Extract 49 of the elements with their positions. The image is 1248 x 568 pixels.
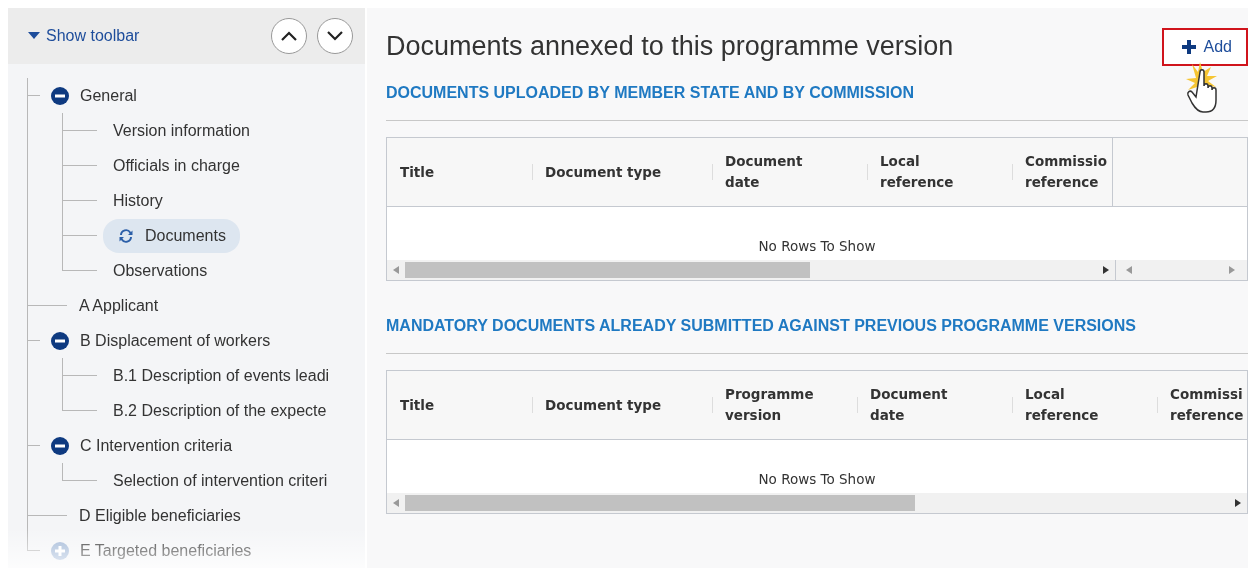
caret-icon <box>28 32 40 40</box>
column-header[interactable]: Commissi reference <box>1170 384 1244 426</box>
section-heading: MANDATORY DOCUMENTS ALREADY SUBMITTED AGAINST PREVIOUS PROGRAMME VERSIONS <box>386 317 1248 354</box>
column-header[interactable]: Title <box>400 161 435 183</box>
horizontal-scrollbar[interactable] <box>387 260 1115 280</box>
add-button[interactable]: Add <box>1161 28 1248 66</box>
scroll-left-icon[interactable] <box>393 499 399 507</box>
scroll-right-icon[interactable] <box>1103 266 1109 274</box>
plus-icon <box>1181 40 1196 54</box>
minus-circle-icon[interactable] <box>51 331 69 350</box>
tree-item[interactable]: B.1 Description of events leadi <box>113 366 330 385</box>
column-header[interactable]: Document type <box>545 394 662 416</box>
chevron-up-icon <box>280 30 298 42</box>
column-header[interactable]: Document date <box>725 151 815 193</box>
horizontal-scrollbar[interactable] <box>1115 260 1247 280</box>
horizontal-scrollbar[interactable] <box>387 493 1247 513</box>
tree-item[interactable]: B Displacement of workers <box>80 331 271 350</box>
column-header[interactable]: Document date <box>870 384 960 426</box>
tree-item[interactable]: Observations <box>113 261 208 280</box>
column-header[interactable]: Local reference <box>1025 384 1115 426</box>
scroll-down-button[interactable] <box>317 18 353 54</box>
column-header[interactable]: Title <box>400 394 435 416</box>
tree-item[interactable]: A Applicant <box>79 296 159 315</box>
scroll-left-icon[interactable] <box>393 266 399 274</box>
empty-message: No Rows To Show <box>758 471 876 487</box>
column-header[interactable]: Local reference <box>880 151 970 193</box>
tree-item[interactable]: D Eligible beneficiaries <box>79 506 241 525</box>
tree-item[interactable]: Officials in charge <box>113 156 240 175</box>
page-title: Documents annexed to this programme version <box>386 30 954 62</box>
tree-item[interactable]: Version information <box>113 121 250 140</box>
tree-item[interactable]: B.2 Description of the expecte <box>113 401 327 420</box>
tree-item[interactable]: Documents <box>103 218 240 253</box>
scroll-left-icon[interactable] <box>1126 266 1132 274</box>
scroll-up-button[interactable] <box>271 18 307 54</box>
minus-circle-icon[interactable] <box>51 86 69 105</box>
column-header[interactable]: Commissio reference <box>1025 151 1107 193</box>
column-header[interactable]: Programme version <box>725 384 825 426</box>
chevron-down-icon <box>326 30 344 42</box>
refresh-icon <box>117 227 135 244</box>
column-header[interactable]: Document type <box>545 161 662 183</box>
tree-item[interactable]: Selection of intervention criteri <box>113 471 328 490</box>
tree-item[interactable]: General <box>80 86 137 105</box>
minus-circle-icon[interactable] <box>51 436 69 455</box>
plus-circle-icon[interactable] <box>51 541 69 560</box>
empty-message: No Rows To Show <box>758 238 876 254</box>
tree-item[interactable]: C Intervention criteria <box>80 436 233 455</box>
show-toolbar-link[interactable]: Show toolbar <box>28 27 140 45</box>
scroll-right-icon[interactable] <box>1235 499 1241 507</box>
tree-item[interactable]: History <box>113 191 163 210</box>
